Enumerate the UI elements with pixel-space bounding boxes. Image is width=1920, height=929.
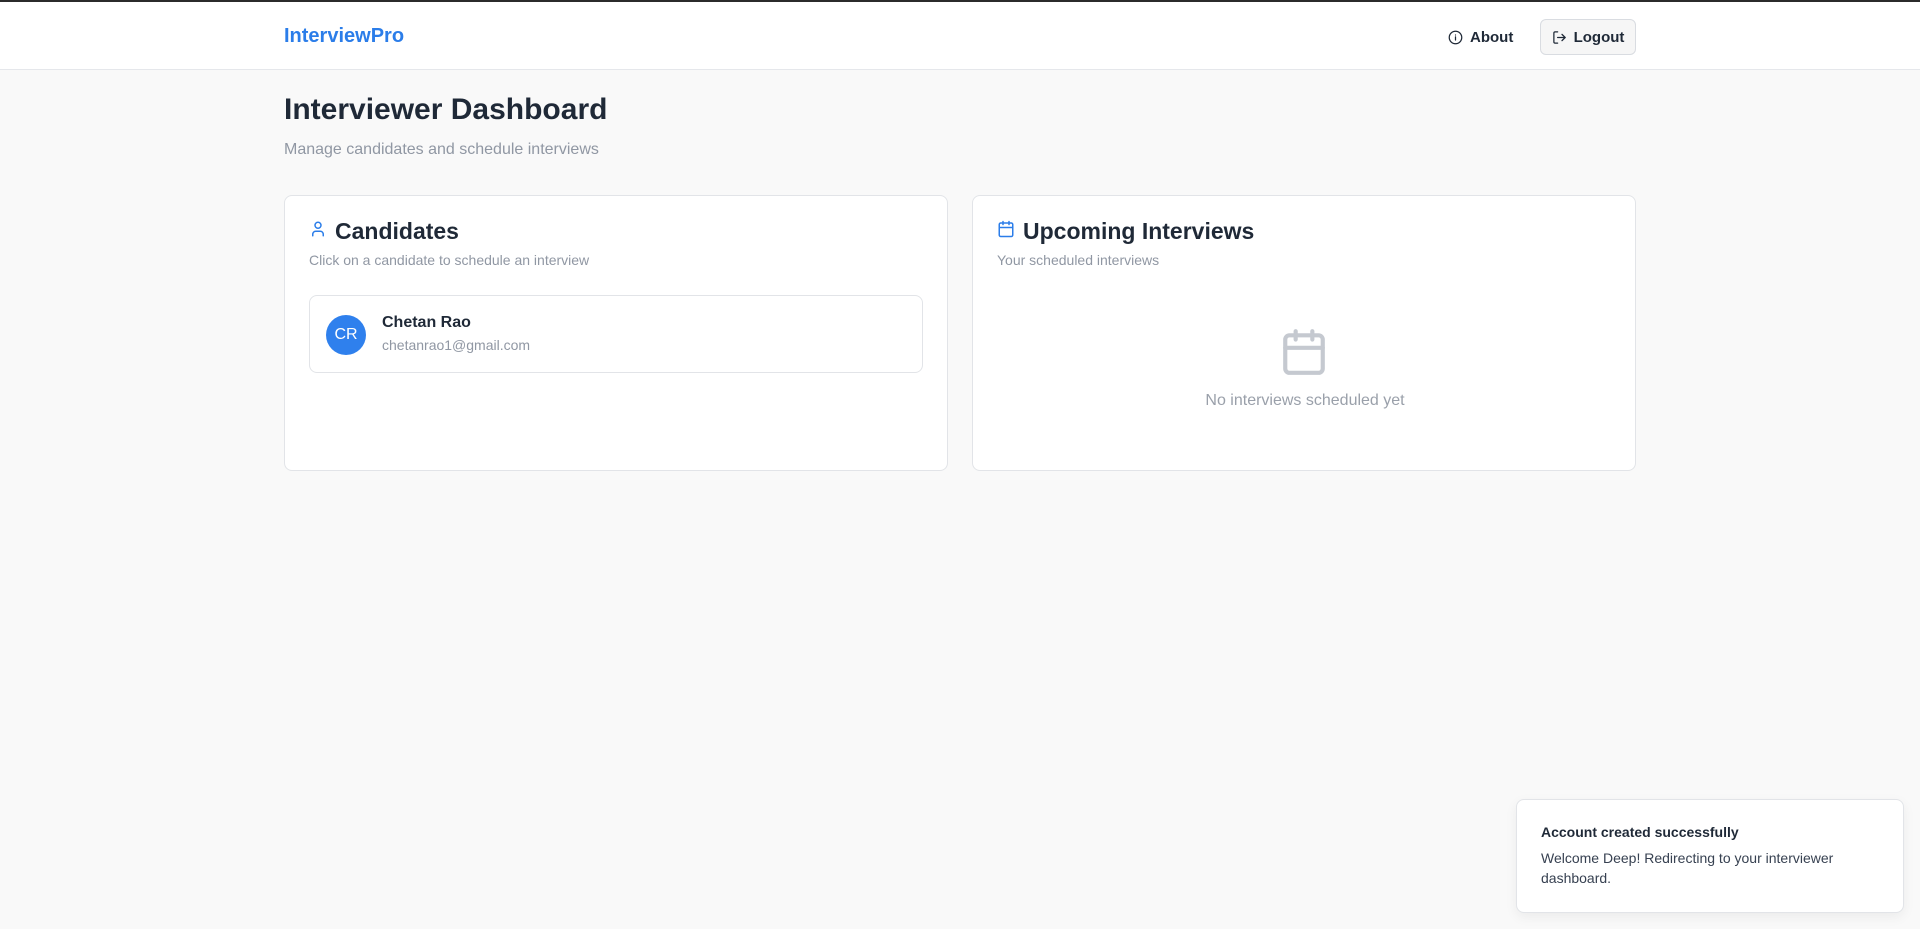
logout-icon [1552, 30, 1567, 45]
toast-title: Account created successfully [1541, 824, 1739, 840]
candidates-card: Candidates Click on a candidate to sched… [284, 195, 948, 471]
toast-notification[interactable]: Account created successfully Welcome Dee… [1516, 799, 1904, 913]
user-icon [309, 220, 327, 243]
page-subtitle: Manage candidates and schedule interview… [284, 141, 599, 158]
brand-logo[interactable]: InterviewPro [284, 25, 404, 48]
interviews-card-header: Upcoming Interviews [997, 218, 1254, 245]
candidates-card-header: Candidates [309, 218, 459, 245]
calendar-icon [997, 220, 1015, 243]
empty-calendar-icon [1279, 327, 1329, 382]
avatar: CR [326, 315, 366, 355]
upcoming-interviews-card: Upcoming Interviews Your scheduled inter… [972, 195, 1636, 471]
candidates-subtitle: Click on a candidate to schedule an inte… [309, 252, 590, 268]
interviews-subtitle: Your scheduled interviews [997, 252, 1160, 268]
logout-button[interactable]: Logout [1540, 19, 1636, 55]
candidate-name: Chetan Rao [382, 314, 471, 331]
toast-message: Welcome Deep! Redirecting to your interv… [1541, 850, 1834, 886]
empty-state-text: No interviews scheduled yet [1205, 392, 1405, 409]
info-icon [1448, 30, 1463, 45]
about-button[interactable]: About [1436, 19, 1525, 55]
page-title: Interviewer Dashboard [284, 93, 608, 126]
top-navbar: InterviewPro About Logout [0, 2, 1920, 70]
about-label: About [1470, 28, 1514, 46]
candidate-email: chetanrao1@gmail.com [382, 337, 531, 353]
logout-label: Logout [1573, 28, 1625, 46]
interviews-title: Upcoming Interviews [1023, 218, 1255, 244]
candidate-item[interactable]: CR Chetan Rao chetanrao1@gmail.com [309, 295, 923, 373]
candidates-title: Candidates [335, 218, 459, 244]
